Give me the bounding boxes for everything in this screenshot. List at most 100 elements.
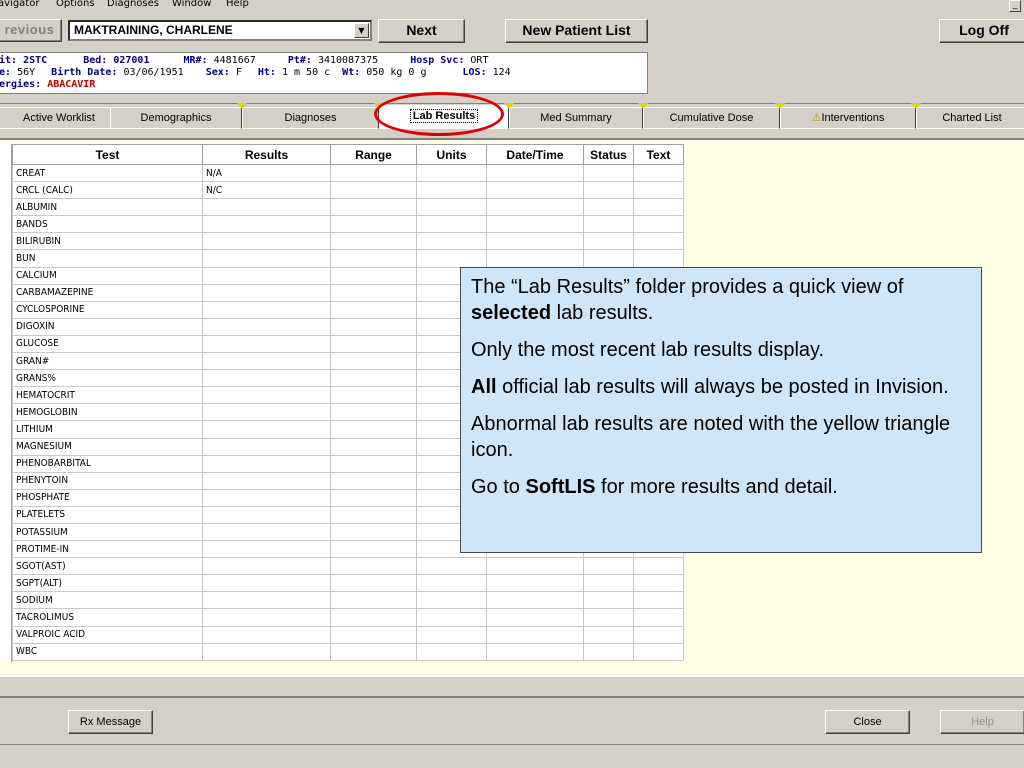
patient-info-line-1: it: 2STC Bed: 027001 MR#: 4481667 Pt#: 3… (0, 55, 488, 67)
table-row[interactable]: SGOT(AST) (12, 557, 684, 576)
text-cell (633, 591, 684, 610)
test-name-cell: PROTIME-IN (12, 540, 203, 559)
date-time-cell (486, 557, 584, 576)
result-cell (202, 471, 331, 490)
date-time-cell (486, 198, 584, 217)
table-row[interactable]: WBC (12, 642, 684, 661)
age-label: e: (0, 67, 12, 78)
rx-message-button[interactable]: Rx Message (68, 710, 153, 734)
range-cell (330, 352, 417, 371)
range-cell (330, 642, 417, 661)
result-cell (202, 505, 331, 524)
range-cell (330, 181, 417, 200)
text-cell (633, 249, 684, 268)
close-button[interactable]: Close (825, 710, 910, 734)
column-header-text[interactable]: Text (633, 144, 684, 165)
table-row[interactable]: ALBUMIN (12, 198, 684, 217)
range-cell (330, 266, 417, 285)
date-time-cell (486, 249, 584, 268)
log-off-button[interactable]: Log Off (939, 19, 1024, 43)
unit-label: it: (0, 55, 18, 66)
status-bar (0, 744, 1024, 768)
result-cell (202, 198, 331, 217)
tab-cumulative-dose[interactable]: Cumulative Dose (643, 107, 780, 129)
result-cell: N/A (202, 163, 331, 183)
range-cell (330, 420, 417, 439)
menu-window[interactable]: Window (172, 0, 211, 9)
tab-med-summary[interactable]: Med Summary (509, 107, 643, 129)
tab-demographics[interactable]: Demographics (110, 107, 242, 129)
test-name-cell: SGPT(ALT) (12, 574, 203, 593)
tab-diagnoses[interactable]: Diagnoses (242, 107, 379, 129)
range-cell (330, 557, 417, 576)
result-cell (202, 283, 331, 302)
menu-options[interactable]: Options (56, 0, 95, 9)
test-name-cell: BANDS (12, 215, 203, 234)
text-cell (633, 625, 684, 644)
test-name-cell: GLUCOSE (12, 334, 203, 354)
units-cell (416, 163, 487, 183)
table-row[interactable]: BUN (12, 249, 684, 268)
result-cell (202, 386, 331, 405)
column-header-test[interactable]: Test (12, 144, 203, 165)
menu-help[interactable]: Help (226, 0, 249, 9)
tab-charted-list[interactable]: Charted List (916, 107, 1024, 129)
help-button[interactable]: Help (940, 710, 1024, 734)
new-patient-list-button[interactable]: New Patient List (505, 19, 648, 43)
test-name-cell: CRCL (CALC) (12, 181, 203, 200)
range-cell (330, 608, 417, 627)
range-cell (330, 540, 417, 559)
callout-text: The “Lab Results” folder provides a quic… (471, 276, 904, 298)
previous-button[interactable]: revious (0, 19, 62, 42)
next-button[interactable]: Next (378, 19, 465, 43)
test-name-cell: ALBUMIN (12, 198, 203, 217)
test-name-cell: DIGOXIN (12, 317, 203, 336)
info-callout: The “Lab Results” folder provides a quic… (460, 267, 982, 553)
minimize-icon[interactable]: _ (1009, 0, 1021, 12)
callout-emphasis: All (471, 376, 497, 398)
result-cell (202, 403, 331, 422)
status-cell (583, 198, 634, 217)
result-cell (202, 522, 331, 542)
range-cell (330, 215, 417, 234)
dropdown-arrow-icon[interactable]: ▼ (354, 23, 369, 38)
date-time-cell (486, 608, 584, 627)
menu-navigator[interactable]: avigator (0, 0, 39, 9)
table-row[interactable]: SODIUM (12, 591, 684, 610)
result-cell (202, 420, 331, 439)
age-value: 56Y (17, 67, 36, 78)
patient-select[interactable]: MAKTRAINING, CHARLENE ▼ (68, 20, 372, 41)
column-header-status[interactable]: Status (583, 144, 634, 165)
table-header-row: Test Results Range Units Date/Time Statu… (12, 144, 684, 165)
test-name-cell: PHOSPHATE (12, 488, 203, 507)
table-row[interactable]: CRCL (CALC) N/C (12, 181, 684, 200)
column-header-units[interactable]: Units (416, 144, 487, 165)
table-row[interactable]: TACROLIMUS (12, 608, 684, 627)
lab-results-highlight (374, 92, 504, 136)
table-row[interactable]: SGPT(ALT) (12, 574, 684, 593)
tab-active-worklist[interactable]: Active Worklist (0, 107, 120, 129)
table-row[interactable]: CREAT N/A (12, 163, 684, 183)
units-cell (416, 232, 487, 251)
test-name-cell: CYCLOSPORINE (12, 300, 203, 319)
text-cell (633, 642, 684, 661)
result-cell (202, 574, 331, 593)
column-header-results[interactable]: Results (202, 144, 331, 165)
menu-diagnoses[interactable]: Diagnoses (107, 0, 159, 9)
test-name-cell: PHENYTOIN (12, 471, 203, 490)
lab-results-panel: Test Results Range Units Date/Time Statu… (0, 138, 1024, 676)
result-cell (202, 300, 331, 319)
tab-interventions[interactable]: ⚠Interventions (780, 107, 916, 129)
table-row[interactable]: BANDS (12, 215, 684, 234)
column-header-date-time[interactable]: Date/Time (486, 144, 584, 165)
result-cell (202, 608, 331, 627)
test-name-cell: SODIUM (12, 591, 203, 610)
date-time-cell (486, 181, 584, 200)
range-cell (330, 386, 417, 405)
result-cell (202, 488, 331, 507)
table-row[interactable]: VALPROIC ACID (12, 625, 684, 644)
callout-paragraph: All official lab results will always be … (471, 374, 971, 400)
result-cell (202, 591, 331, 610)
column-header-range[interactable]: Range (330, 144, 417, 165)
table-row[interactable]: BILIRUBIN (12, 232, 684, 251)
